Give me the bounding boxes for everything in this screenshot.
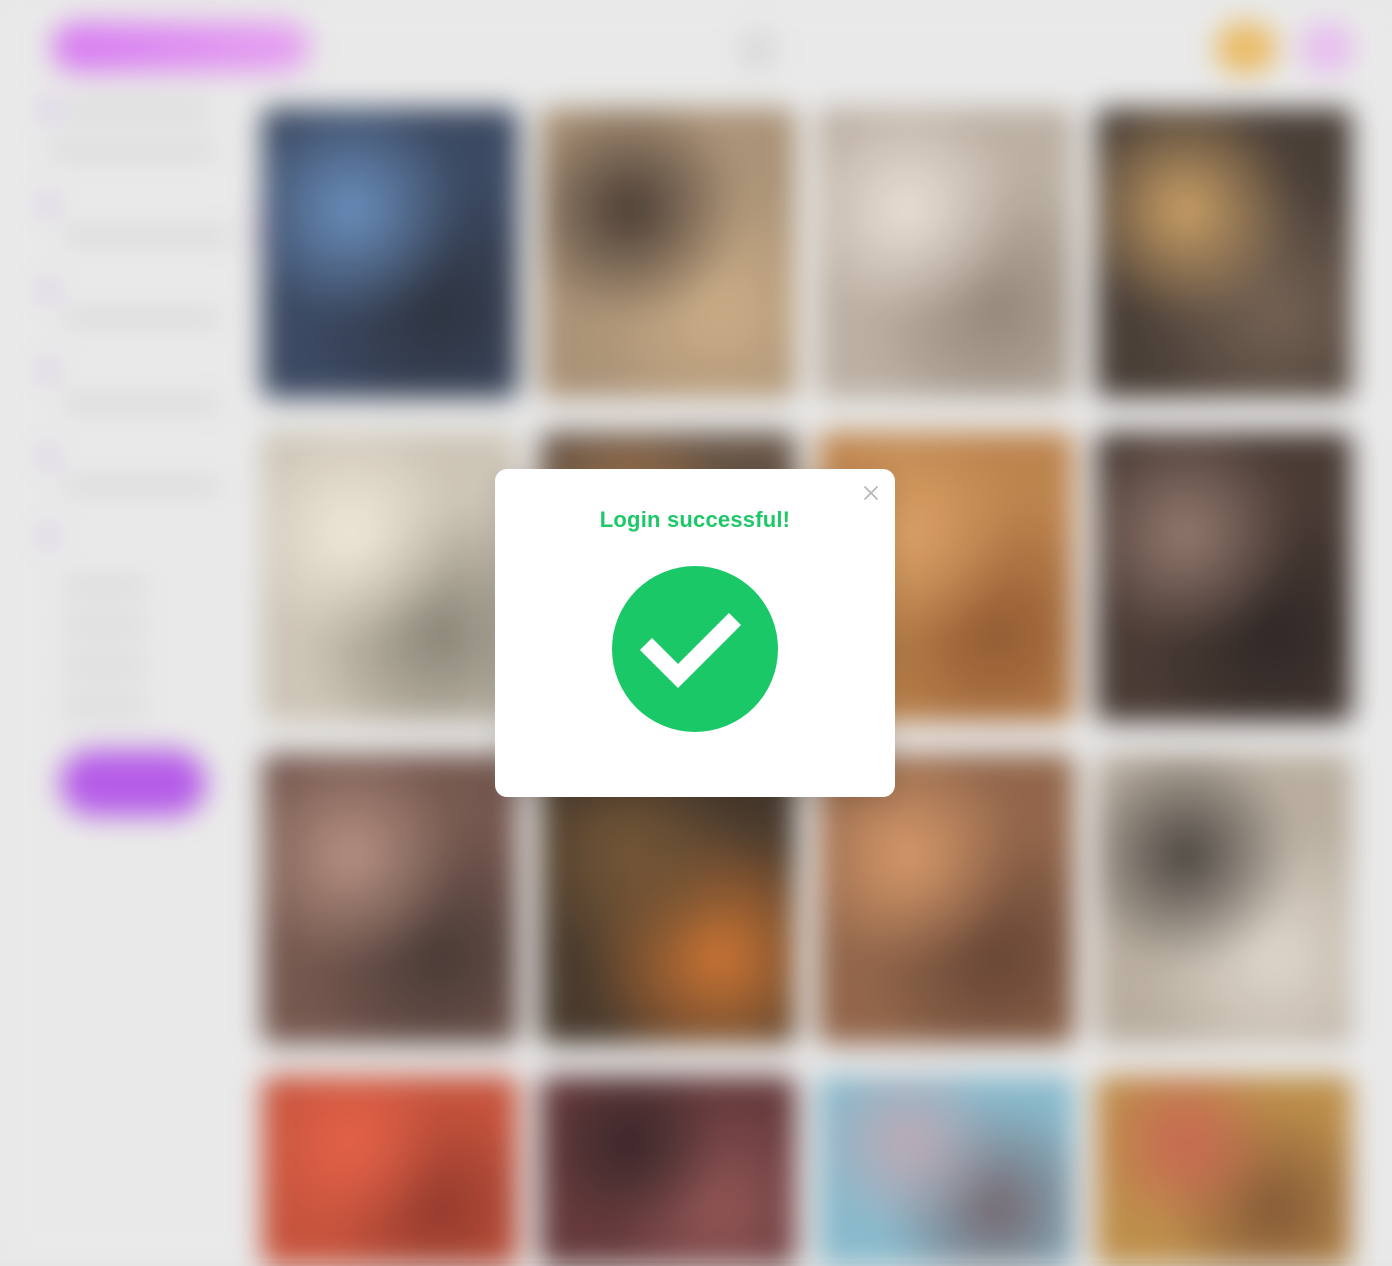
login-success-modal: Login successful! [495, 469, 895, 797]
modal-title: Login successful! [599, 507, 791, 532]
close-icon[interactable] [859, 481, 883, 505]
checkmark-circle-icon [612, 566, 778, 732]
